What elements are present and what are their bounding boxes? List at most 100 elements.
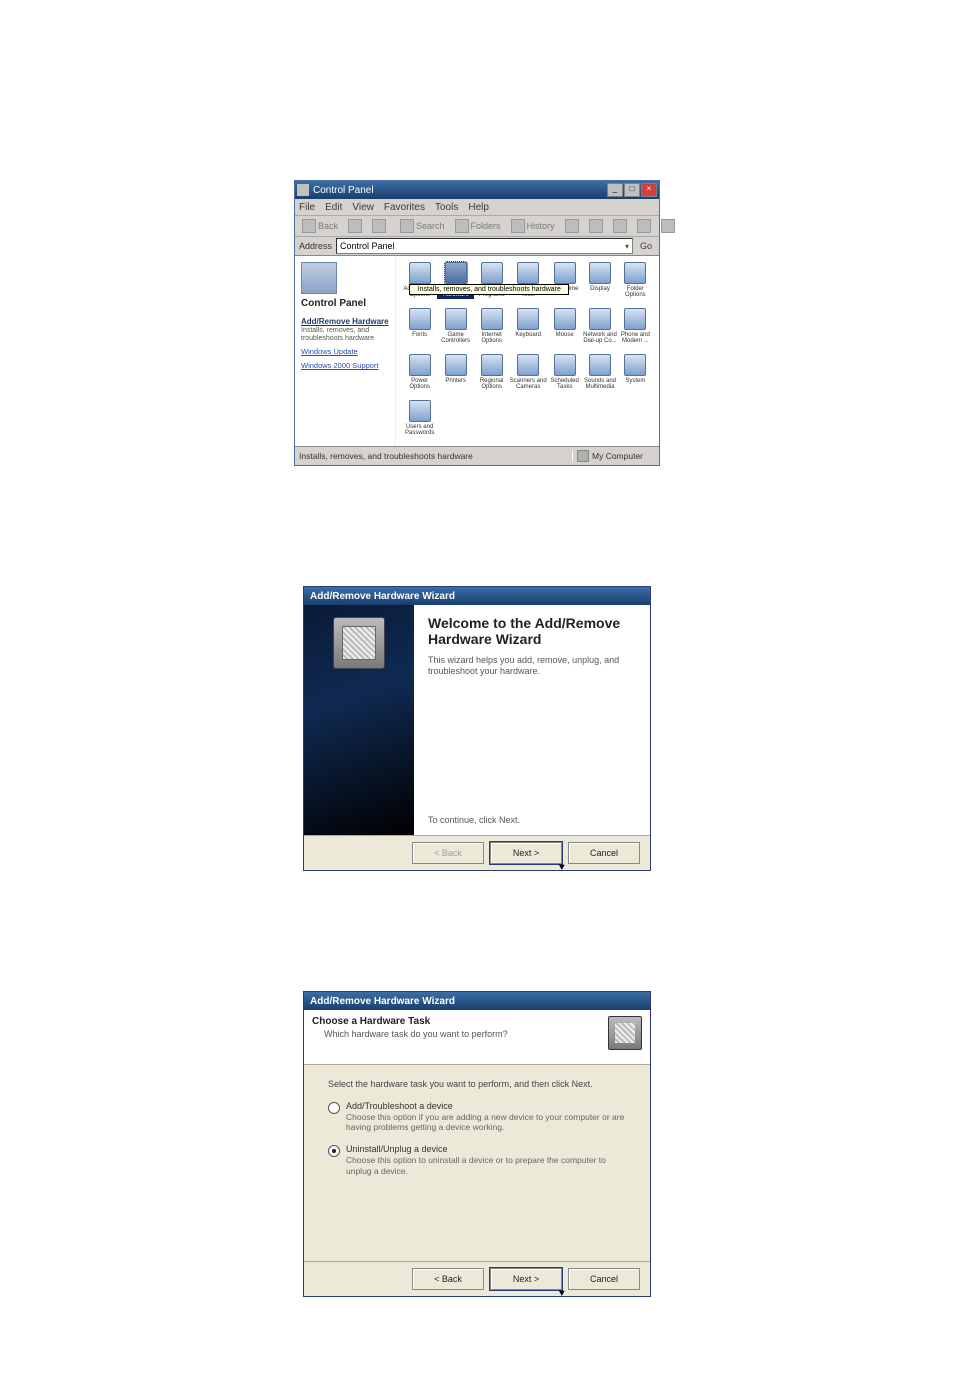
- wizard-header: Choose a Hardware Task Which hardware ta…: [304, 1010, 650, 1065]
- undo-icon: [637, 219, 651, 233]
- undo-button[interactable]: [634, 219, 654, 233]
- back-button[interactable]: Back: [299, 219, 341, 233]
- address-label: Address: [299, 241, 332, 251]
- wizard-header-sub: Which hardware task do you want to perfo…: [324, 1029, 608, 1039]
- power-icon: [409, 354, 431, 376]
- go-button[interactable]: Go: [637, 241, 655, 251]
- cp-item-label: Mouse: [556, 332, 574, 338]
- windows-support-link[interactable]: Windows 2000 Support: [301, 361, 389, 370]
- views-button[interactable]: [658, 219, 678, 233]
- scanner-icon: [517, 354, 539, 376]
- regional-icon: [481, 354, 503, 376]
- printers-icon: [445, 354, 467, 376]
- delete-button[interactable]: [610, 219, 630, 233]
- menu-file[interactable]: File: [299, 202, 315, 213]
- chevron-down-icon[interactable]: ▾: [625, 242, 629, 251]
- hardware-icon: [333, 617, 385, 669]
- menu-help[interactable]: Help: [468, 202, 489, 213]
- cp-item-label: Network and Dial-up Co...: [582, 332, 617, 345]
- cp-item-users-icon[interactable]: Users and Passwords: [402, 400, 437, 444]
- wizard-titlebar[interactable]: Add/Remove Hardware Wizard: [304, 587, 650, 605]
- cp-item-fonts-icon[interactable]: Fonts: [402, 308, 437, 352]
- keyboard-icon: [517, 308, 539, 330]
- programs-icon: [481, 262, 503, 284]
- statusbar: Installs, removes, and troubleshoots har…: [295, 446, 659, 465]
- wizard-header-title: Choose a Hardware Task: [312, 1016, 608, 1027]
- cp-item-label: Printers: [445, 378, 466, 384]
- left-headline-desc: Installs, removes, and troubleshoots har…: [301, 327, 389, 342]
- cp-item-label: Sounds and Multimedia: [582, 378, 617, 391]
- cp-item-hardware-icon[interactable]: Add/Remove HardwareInstalls, removes, an…: [437, 262, 474, 306]
- cp-item-label: Users and Passwords: [402, 424, 437, 437]
- window-title: Control Panel: [313, 185, 374, 196]
- fonts-icon: [409, 308, 431, 330]
- forward-button[interactable]: [345, 219, 365, 233]
- up-button[interactable]: [369, 219, 389, 233]
- forward-icon: [348, 219, 362, 233]
- control-panel-window: Control Panel _ □ × File Edit View Favor…: [294, 180, 660, 466]
- copyto-icon: [589, 219, 603, 233]
- copyto-button[interactable]: [586, 219, 606, 233]
- folders-button[interactable]: Folders: [452, 219, 504, 233]
- cp-item-label: Keyboard: [515, 332, 541, 338]
- views-icon: [661, 219, 675, 233]
- cancel-button[interactable]: Cancel: [568, 1268, 640, 1290]
- cp-item-phone-icon[interactable]: Phone and Modem ...: [618, 308, 653, 352]
- radio-uninstall-unplug[interactable]: Uninstall/Unplug a device Choose this op…: [328, 1144, 632, 1175]
- radio-icon[interactable]: [328, 1145, 340, 1157]
- cp-item-sounds-icon[interactable]: Sounds and Multimedia: [582, 354, 617, 398]
- toolbar: Back Search Folders History: [295, 216, 659, 237]
- cp-item-system-icon[interactable]: System: [618, 354, 653, 398]
- addressbar: Address Control Panel ▾ Go: [295, 237, 659, 256]
- next-button[interactable]: Next >: [490, 842, 562, 864]
- history-button[interactable]: History: [508, 219, 558, 233]
- wizard-button-row: < Back Next > Cancel: [304, 1261, 650, 1296]
- cp-item-label: System: [625, 378, 645, 384]
- users-icon: [409, 400, 431, 422]
- cp-item-mouse-icon[interactable]: Mouse: [547, 308, 582, 352]
- back-button[interactable]: < Back: [412, 1268, 484, 1290]
- cp-item-printers-icon[interactable]: Printers: [437, 354, 474, 398]
- wizard-heading: Welcome to the Add/Remove Hardware Wizar…: [428, 615, 638, 647]
- tasks-icon: [554, 354, 576, 376]
- windows-update-link[interactable]: Windows Update: [301, 347, 389, 356]
- control-panel-large-icon: [301, 262, 337, 294]
- cp-item-regional-icon[interactable]: Regional Options: [474, 354, 509, 398]
- menu-edit[interactable]: Edit: [325, 202, 342, 213]
- address-input[interactable]: Control Panel ▾: [336, 238, 633, 254]
- radio-add-troubleshoot[interactable]: Add/Troubleshoot a device Choose this op…: [328, 1101, 632, 1132]
- menu-favorites[interactable]: Favorites: [384, 202, 425, 213]
- back-icon: [302, 219, 316, 233]
- close-button[interactable]: ×: [641, 183, 657, 197]
- cp-item-label: Phone and Modem ...: [618, 332, 653, 345]
- network-icon: [589, 308, 611, 330]
- titlebar[interactable]: Control Panel _ □ ×: [295, 181, 659, 199]
- cp-item-label: Scanners and Cameras: [509, 378, 547, 391]
- next-button[interactable]: Next >: [490, 1268, 562, 1290]
- moveto-button[interactable]: [562, 219, 582, 233]
- mycomputer-icon: [577, 450, 589, 462]
- admin-icon: [517, 262, 539, 284]
- minimize-button[interactable]: _: [607, 183, 623, 197]
- folder-icon: [624, 262, 646, 284]
- game-icon: [445, 308, 467, 330]
- cp-item-game-icon[interactable]: Game Controllers: [437, 308, 474, 352]
- wizard-continue-text: To continue, click Next.: [428, 815, 638, 825]
- cp-item-display-icon[interactable]: Display: [582, 262, 617, 306]
- cp-item-tasks-icon[interactable]: Scheduled Tasks: [547, 354, 582, 398]
- cp-item-power-icon[interactable]: Power Options: [402, 354, 437, 398]
- wizard-titlebar[interactable]: Add/Remove Hardware Wizard: [304, 992, 650, 1010]
- cp-item-internet-icon[interactable]: Internet Options: [474, 308, 509, 352]
- cp-item-label: Display: [590, 286, 610, 292]
- cp-item-folder-icon[interactable]: Folder Options: [618, 262, 653, 306]
- menu-tools[interactable]: Tools: [435, 202, 458, 213]
- maximize-button[interactable]: □: [624, 183, 640, 197]
- menu-view[interactable]: View: [352, 202, 374, 213]
- cp-item-keyboard-icon[interactable]: Keyboard: [509, 308, 547, 352]
- cp-item-scanner-icon[interactable]: Scanners and Cameras: [509, 354, 547, 398]
- cp-item-network-icon[interactable]: Network and Dial-up Co...: [582, 308, 617, 352]
- search-button[interactable]: Search: [397, 219, 448, 233]
- cp-item-label: Game Controllers: [437, 332, 474, 345]
- cancel-button[interactable]: Cancel: [568, 842, 640, 864]
- radio-icon[interactable]: [328, 1102, 340, 1114]
